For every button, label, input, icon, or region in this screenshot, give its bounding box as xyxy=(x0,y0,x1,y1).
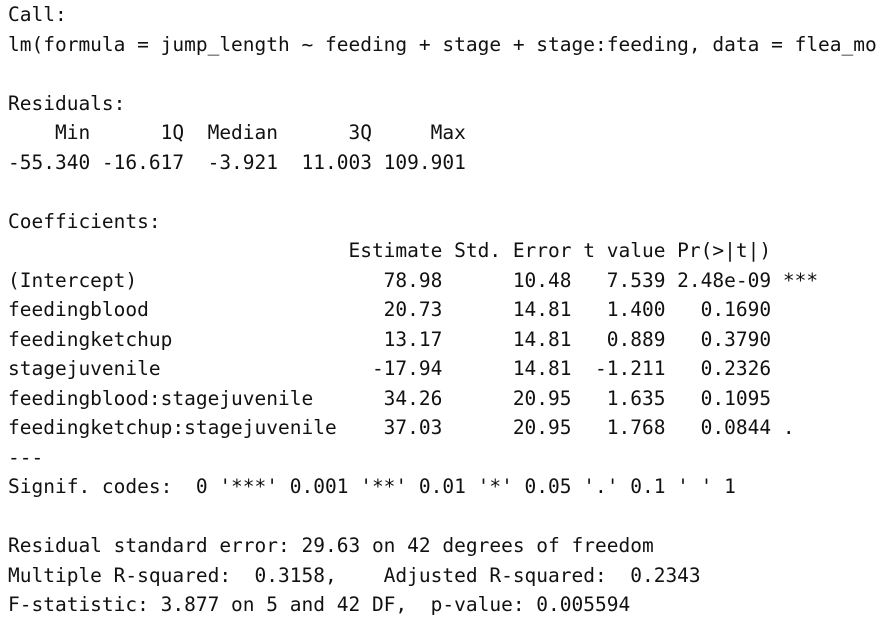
coefficient-row-feedingketchup-stagejuvenile: feedingketchup:stagejuvenile 37.03 20.95… xyxy=(8,416,819,439)
coefficients-header: Coefficients: xyxy=(8,209,161,233)
call-formula: lm(formula = jump_length ~ feeding + sta… xyxy=(8,32,877,56)
coefficient-row-stagejuvenile: stagejuvenile -17.94 14.81 -1.211 0.2326 xyxy=(8,357,819,380)
r-console-output: Call: lm(formula = jump_length ~ feeding… xyxy=(8,0,884,624)
residuals-values-row: -55.340 -16.617 -3.921 11.003 109.901 xyxy=(8,150,478,174)
residuals-labels-row: Min 1Q Median 3Q Max xyxy=(8,121,478,144)
residual-standard-error: Residual standard error: 29.63 on 42 deg… xyxy=(8,534,654,557)
coefficients-column-header: Estimate Std. Error t value Pr(>|t|) xyxy=(8,239,819,262)
r-squared-line: Multiple R-squared: 0.3158, Adjusted R-s… xyxy=(8,563,713,587)
call-header: Call: xyxy=(8,3,67,26)
f-statistic-line: F-statistic: 3.877 on 5 and 42 DF, p-val… xyxy=(8,593,631,616)
residuals-header: Residuals: xyxy=(8,91,126,115)
coefficient-row-feedingblood: feedingblood 20.73 14.81 1.400 0.1690 xyxy=(8,298,819,321)
signif-codes-legend: Signif. codes: 0 '***' 0.001 '**' 0.01 '… xyxy=(8,475,736,498)
coefficient-row-feedingblood-stagejuvenile: feedingblood:stagejuvenile 34.26 20.95 1… xyxy=(8,386,819,410)
coefficient-row-feedingketchup: feedingketchup 13.17 14.81 0.889 0.3790 xyxy=(8,327,819,351)
separator-line: --- xyxy=(8,445,44,469)
coefficient-row-intercept: (Intercept) 78.98 10.48 7.539 2.48e-09 *… xyxy=(8,268,819,292)
